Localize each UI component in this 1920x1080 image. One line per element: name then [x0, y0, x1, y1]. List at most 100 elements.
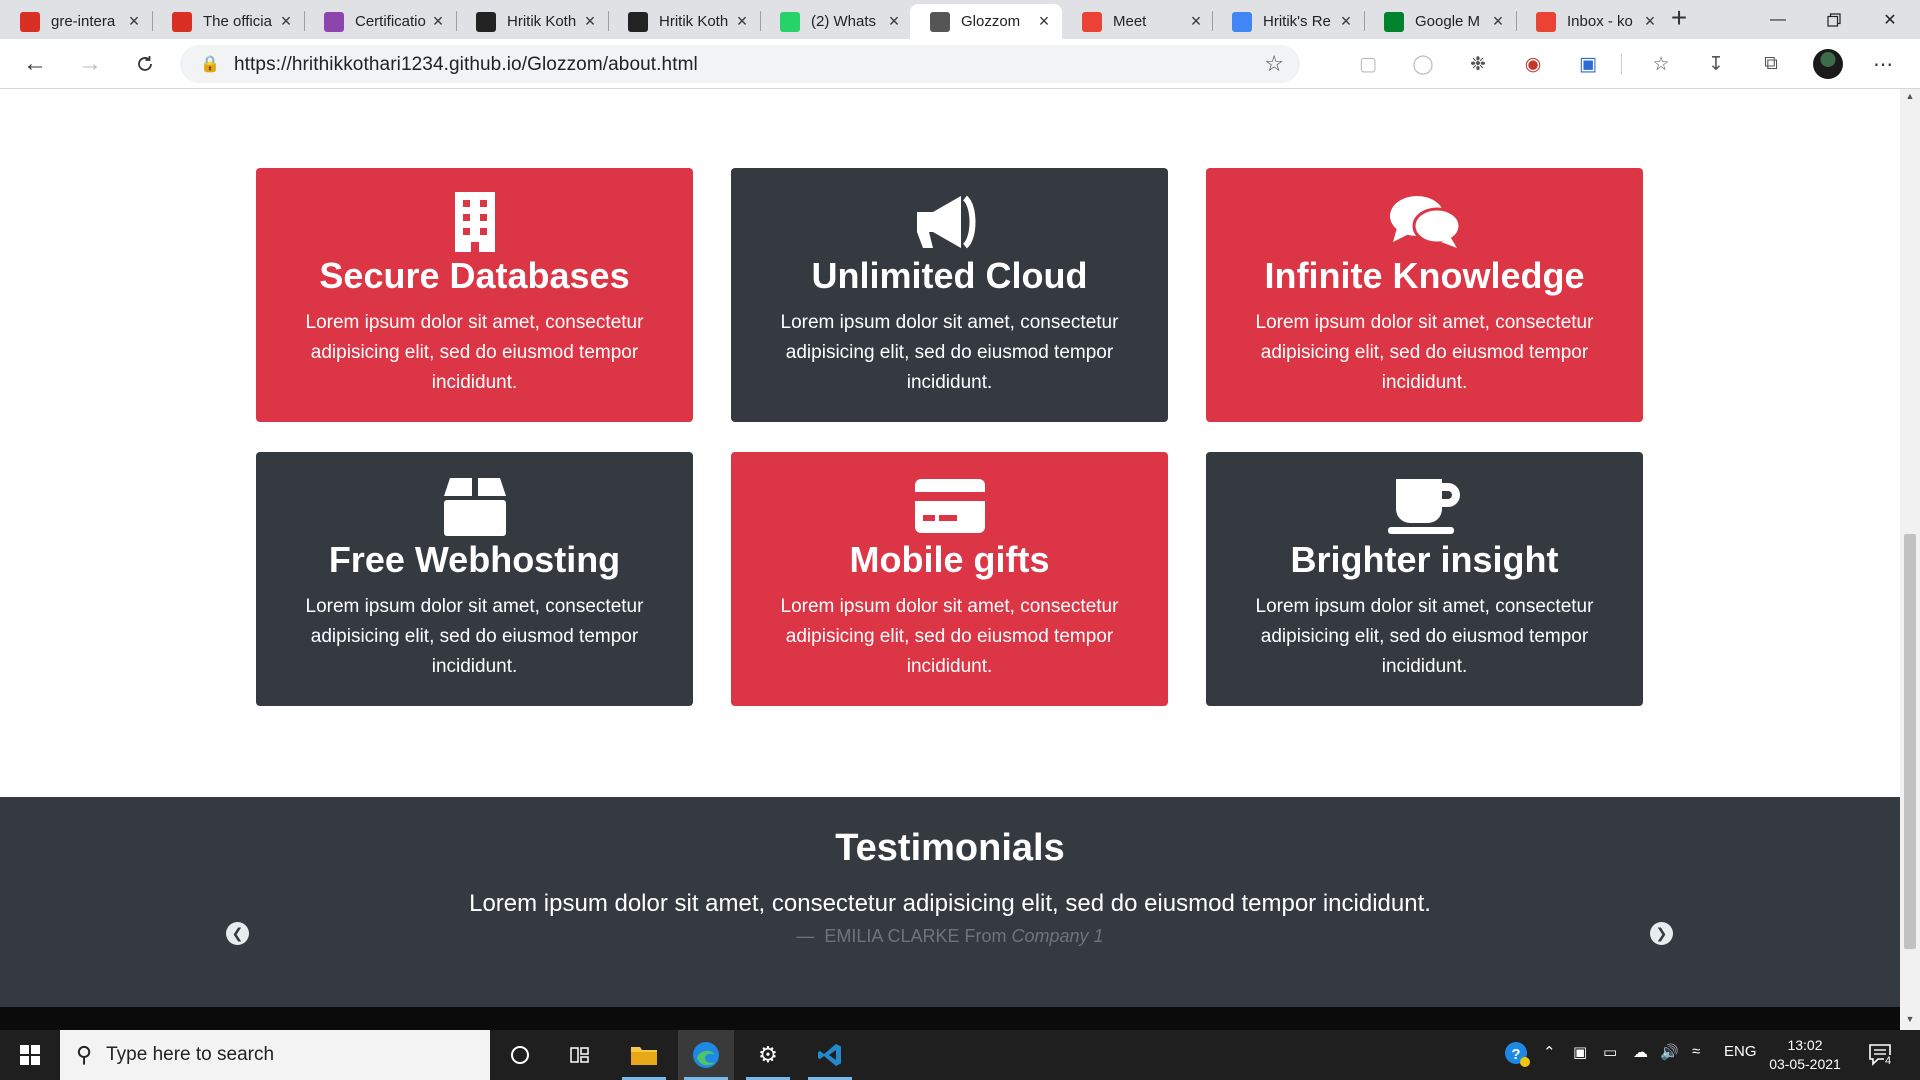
feature-text: Lorem ipsum dolor sit amet, consectetur …	[780, 596, 1119, 677]
collections-icon[interactable]: ⧉	[1758, 51, 1784, 77]
wifi-icon[interactable]: ≈	[1692, 1043, 1700, 1060]
browser-tab[interactable]: Google M ×	[1364, 4, 1516, 39]
screen-capture-icon[interactable]: ◉	[1520, 51, 1546, 77]
meet-now-icon[interactable]: ▣	[1573, 1043, 1587, 1061]
extension-icon[interactable]: ◯	[1410, 51, 1436, 77]
help-icon[interactable]: ?	[1503, 1040, 1531, 1072]
scrollbar-thumb[interactable]	[1904, 534, 1916, 949]
cortana-icon[interactable]	[492, 1030, 548, 1080]
edge-browser-icon[interactable]	[678, 1030, 734, 1080]
downloads-icon[interactable]: ↧	[1703, 51, 1729, 77]
profile-avatar[interactable]	[1813, 49, 1843, 79]
page-scrollbar[interactable]: ▲ ▼	[1900, 89, 1920, 1030]
onedrive-icon[interactable]: ☁	[1633, 1043, 1648, 1061]
notification-count: 4	[1884, 1055, 1893, 1067]
toolbar-divider	[1621, 54, 1622, 74]
close-tab-icon[interactable]: ×	[1186, 11, 1206, 32]
reload-button[interactable]	[128, 47, 162, 81]
testimonial-quote: Lorem ipsum dolor sit amet, consectetur …	[469, 890, 1431, 917]
windows-taskbar: ⚲ Type here to search ⚙ ? ⌃ ▣ ▭ ☁ 🔊 ≈ EN…	[0, 1030, 1920, 1080]
tab-separator	[456, 11, 457, 31]
notification-center-icon[interactable]: 4	[1866, 1040, 1896, 1070]
camera-extension-icon[interactable]: ▣	[1575, 51, 1601, 77]
restore-button[interactable]	[1806, 0, 1862, 39]
tab-separator	[760, 11, 761, 31]
feature-text: Lorem ipsum dolor sit amet, consectetur …	[305, 312, 644, 393]
task-view-icon[interactable]	[552, 1030, 608, 1080]
close-tab-icon[interactable]: ×	[276, 11, 296, 32]
whatsapp-icon	[780, 11, 800, 32]
cite-dash: —	[796, 926, 815, 946]
browser-tab[interactable]: The officia ×	[152, 4, 304, 39]
tab-title: Meet	[1113, 13, 1147, 30]
back-button[interactable]: ←	[18, 47, 52, 81]
bug-extension-icon[interactable]: ❉	[1465, 51, 1491, 77]
tab-title: Google M	[1415, 13, 1481, 30]
forward-button[interactable]: →	[73, 47, 107, 81]
close-tab-icon[interactable]: ×	[884, 11, 904, 32]
browser-tab[interactable]: Hritik Koth ×	[456, 4, 608, 39]
page-footer	[0, 1007, 1900, 1030]
feature-card: Secure Databases Lorem ipsum dolor sit am…	[256, 168, 693, 422]
close-tab-icon[interactable]: ×	[1640, 11, 1660, 32]
show-hidden-icons-icon[interactable]: ⌃	[1543, 1043, 1556, 1061]
more-menu-icon[interactable]: ⋯	[1870, 51, 1896, 77]
close-tab-icon[interactable]: ×	[428, 11, 448, 32]
page-viewport: Secure Databases Lorem ipsum dolor sit am…	[0, 89, 1900, 1030]
browser-tab[interactable]: Meet ×	[1062, 4, 1214, 39]
testimonials-heading: Testimonials	[835, 827, 1065, 869]
close-window-button[interactable]: ✕	[1862, 0, 1918, 39]
minimize-button[interactable]: —	[1750, 0, 1806, 39]
file-explorer-icon[interactable]	[616, 1030, 672, 1080]
settings-gear-icon[interactable]: ⚙	[740, 1030, 796, 1080]
browser-tab[interactable]: gre-intera ×	[0, 4, 152, 39]
system-clock[interactable]: 13:02 03-05-2021	[1760, 1036, 1850, 1074]
close-tab-icon[interactable]: ×	[1034, 11, 1054, 32]
tab-separator	[304, 11, 305, 31]
carousel-next-icon[interactable]: ❯	[1650, 922, 1673, 945]
certificate-icon	[324, 11, 344, 32]
browser-tab[interactable]: Hritik's Re ×	[1212, 4, 1364, 39]
scroll-up-icon[interactable]: ▲	[1904, 91, 1916, 105]
vscode-icon[interactable]	[802, 1030, 858, 1080]
start-button[interactable]	[0, 1030, 60, 1080]
browser-tab-strip: gre-intera × The officia × Certificatio × Hrit…	[0, 0, 1920, 39]
battery-icon[interactable]: ▭	[1603, 1043, 1617, 1061]
browser-tab[interactable]: Hritik Koth ×	[608, 4, 760, 39]
docs-icon	[1232, 11, 1252, 32]
feature-text: Lorem ipsum dolor sit amet, consectetur …	[1255, 596, 1594, 677]
close-tab-icon[interactable]: ×	[1336, 11, 1356, 32]
tab-title: gre-intera	[51, 13, 116, 30]
volume-icon[interactable]: 🔊	[1660, 1043, 1679, 1061]
close-tab-icon[interactable]: ×	[580, 11, 600, 32]
browser-tab[interactable]: Glozzom ×	[910, 4, 1062, 39]
search-placeholder: Type here to search	[106, 1044, 275, 1065]
feature-text: Lorem ipsum dolor sit amet, consectetur …	[305, 596, 644, 677]
box-icon	[256, 476, 693, 536]
address-bar[interactable]: 🔒 https://hrithikkothari1234.github.io/G…	[180, 45, 1300, 83]
feature-title: Infinite Knowledge	[1264, 255, 1585, 296]
favorites-icon[interactable]: ☆	[1648, 51, 1674, 77]
lock-icon[interactable]: 🔒	[200, 54, 220, 74]
scroll-down-icon[interactable]: ▼	[1904, 1014, 1916, 1028]
feature-card: Mobile gifts Lorem ipsum dolor sit amet, …	[731, 452, 1168, 706]
taskbar-search-box[interactable]: ⚲ Type here to search	[60, 1030, 490, 1080]
url-text[interactable]: https://hrithikkothari1234.github.io/Glo…	[234, 54, 698, 76]
profile-icon	[628, 11, 648, 32]
feature-title: Mobile gifts	[849, 539, 1050, 580]
browser-tab[interactable]: Certificatio ×	[304, 4, 456, 39]
tab-separator	[608, 11, 609, 31]
close-tab-icon[interactable]: ×	[124, 11, 144, 32]
meet-icon	[1384, 11, 1404, 32]
close-tab-icon[interactable]: ×	[1488, 11, 1508, 32]
browser-tab[interactable]: Inbox - ko ×	[1516, 4, 1668, 39]
add-favorite-icon[interactable]: ☆	[1264, 51, 1284, 77]
profile-icon	[476, 11, 496, 32]
feature-card: Infinite Knowledge Lorem ipsum dolor sit …	[1206, 168, 1643, 422]
carousel-prev-icon[interactable]: ❮	[226, 922, 249, 945]
reading-view-icon[interactable]: ▢	[1355, 51, 1381, 77]
language-indicator[interactable]: ENG	[1724, 1043, 1757, 1060]
close-tab-icon[interactable]: ×	[732, 11, 752, 32]
browser-tab[interactable]: (2) Whats ×	[760, 4, 912, 39]
new-tab-button[interactable]: +	[1664, 4, 1694, 34]
